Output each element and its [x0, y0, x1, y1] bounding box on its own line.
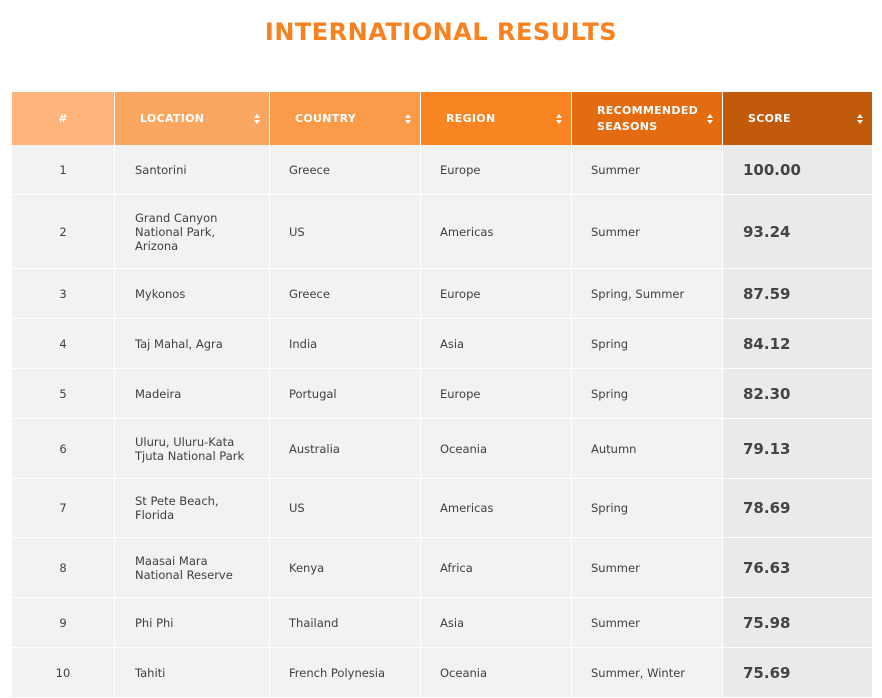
cell-country: Thailand — [270, 598, 421, 647]
cell-location: Tahiti — [115, 648, 270, 697]
cell-location: Taj Mahal, Agra — [115, 319, 270, 368]
cell-score: 93.24 — [723, 195, 872, 268]
cell-region: Europe — [421, 369, 572, 418]
table-row: 6 Uluru, Uluru-Kata Tjuta National Park … — [12, 419, 872, 479]
cell-seasons: Summer — [572, 538, 723, 597]
column-header-label: REGION — [446, 111, 496, 125]
column-header-label: # — [58, 111, 68, 125]
cell-region: Asia — [421, 598, 572, 647]
cell-country: US — [270, 195, 421, 268]
cell-seasons: Autumn — [572, 419, 723, 478]
page-title: INTERNATIONAL RESULTS — [264, 18, 618, 46]
cell-rank: 3 — [12, 269, 115, 318]
sort-icon[interactable] — [405, 113, 411, 124]
table-row: 5 Madeira Portugal Europe Spring 82.30 — [12, 369, 872, 419]
sort-icon[interactable] — [556, 113, 562, 124]
table-row: 8 Maasai Mara National Reserve Kenya Afr… — [12, 538, 872, 598]
cell-location: Mykonos — [115, 269, 270, 318]
cell-score: 100.00 — [723, 145, 872, 194]
cell-seasons: Spring — [572, 319, 723, 368]
cell-score: 76.63 — [723, 538, 872, 597]
cell-location: Uluru, Uluru-Kata Tjuta National Park — [115, 419, 270, 478]
cell-seasons: Spring — [572, 369, 723, 418]
cell-score: 78.69 — [723, 479, 872, 537]
cell-rank: 2 — [12, 195, 115, 268]
cell-country: Greece — [270, 145, 421, 194]
cell-region: Americas — [421, 479, 572, 537]
cell-location: Phi Phi — [115, 598, 270, 647]
cell-country: US — [270, 479, 421, 537]
cell-rank: 1 — [12, 145, 115, 194]
cell-country: Portugal — [270, 369, 421, 418]
cell-region: Europe — [421, 145, 572, 194]
cell-score: 82.30 — [723, 369, 872, 418]
cell-location: Maasai Mara National Reserve — [115, 538, 270, 597]
cell-rank: 6 — [12, 419, 115, 478]
cell-country: Kenya — [270, 538, 421, 597]
sort-icon[interactable] — [707, 113, 713, 124]
table-row: 4 Taj Mahal, Agra India Asia Spring 84.1… — [12, 319, 872, 369]
cell-score: 84.12 — [723, 319, 872, 368]
column-header-seasons[interactable]: RECOMMENDED SEASONS — [572, 92, 723, 145]
column-header-rank[interactable]: # — [12, 92, 115, 145]
cell-region: Oceania — [421, 648, 572, 697]
cell-seasons: Summer — [572, 598, 723, 647]
cell-rank: 7 — [12, 479, 115, 537]
column-header-region[interactable]: REGION — [421, 92, 572, 145]
cell-score: 87.59 — [723, 269, 872, 318]
cell-seasons: Summer — [572, 145, 723, 194]
table-row: 10 Tahiti French Polynesia Oceania Summe… — [12, 648, 872, 698]
column-header-score[interactable]: SCORE — [723, 92, 872, 145]
table-row: 2 Grand Canyon National Park, Arizona US… — [12, 195, 872, 269]
cell-location: St Pete Beach, Florida — [115, 479, 270, 537]
cell-seasons: Spring, Summer — [572, 269, 723, 318]
cell-rank: 9 — [12, 598, 115, 647]
table-row: 1 Santorini Greece Europe Summer 100.00 — [12, 145, 872, 195]
cell-seasons: Summer — [572, 195, 723, 268]
column-header-country[interactable]: COUNTRY — [270, 92, 421, 145]
table-row: 3 Mykonos Greece Europe Spring, Summer 8… — [12, 269, 872, 319]
cell-location: Grand Canyon National Park, Arizona — [115, 195, 270, 268]
cell-country: Greece — [270, 269, 421, 318]
cell-region: Africa — [421, 538, 572, 597]
cell-rank: 8 — [12, 538, 115, 597]
column-header-label: COUNTRY — [295, 111, 356, 125]
cell-score: 75.69 — [723, 648, 872, 697]
cell-location: Santorini — [115, 145, 270, 194]
cell-rank: 4 — [12, 319, 115, 368]
cell-rank: 10 — [12, 648, 115, 697]
cell-location: Madeira — [115, 369, 270, 418]
results-table: # LOCATION COUNTRY REGION RECOMMENDED SE… — [12, 92, 872, 698]
table-header-row: # LOCATION COUNTRY REGION RECOMMENDED SE… — [12, 92, 872, 145]
cell-seasons: Summer, Winter — [572, 648, 723, 697]
cell-region: Europe — [421, 269, 572, 318]
cell-seasons: Spring — [572, 479, 723, 537]
sort-icon[interactable] — [254, 113, 260, 124]
cell-region: Oceania — [421, 419, 572, 478]
cell-country: French Polynesia — [270, 648, 421, 697]
column-header-label: SCORE — [748, 111, 791, 125]
cell-country: Australia — [270, 419, 421, 478]
table-row: 7 St Pete Beach, Florida US Americas Spr… — [12, 479, 872, 538]
sort-icon[interactable] — [857, 113, 863, 124]
column-header-label: LOCATION — [140, 111, 205, 125]
column-header-location[interactable]: LOCATION — [115, 92, 270, 145]
cell-score: 75.98 — [723, 598, 872, 647]
cell-score: 79.13 — [723, 419, 872, 478]
cell-region: Asia — [421, 319, 572, 368]
cell-country: India — [270, 319, 421, 368]
column-header-label: RECOMMENDED SEASONS — [597, 103, 699, 133]
table-row: 9 Phi Phi Thailand Asia Summer 75.98 — [12, 598, 872, 648]
cell-region: Americas — [421, 195, 572, 268]
cell-rank: 5 — [12, 369, 115, 418]
